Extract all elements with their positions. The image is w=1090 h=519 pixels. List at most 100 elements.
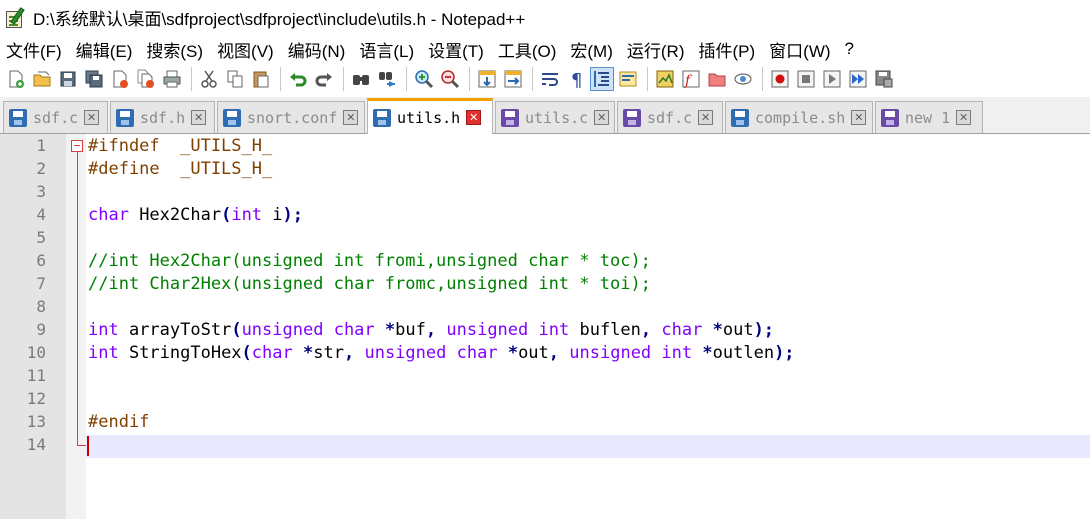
text-caret xyxy=(87,436,89,456)
fold-guide-line xyxy=(77,152,78,446)
sync-horizontal-icon[interactable] xyxy=(501,67,525,91)
line-number: 6 xyxy=(36,251,46,270)
replace-icon[interactable] xyxy=(375,67,399,91)
menu-language[interactable]: 语言(L) xyxy=(359,37,414,62)
operator-token: ( xyxy=(221,205,232,225)
copy-icon[interactable] xyxy=(223,67,247,91)
show-all-chars-icon[interactable]: ¶ xyxy=(564,67,588,91)
menu-run[interactable]: 运行(R) xyxy=(627,37,685,62)
toolbar: ¶ f xyxy=(0,63,1090,95)
close-icon[interactable] xyxy=(108,67,132,91)
zoom-in-icon[interactable] xyxy=(412,67,436,91)
fold-end-marker xyxy=(77,445,86,446)
menu-plugins[interactable]: 插件(P) xyxy=(698,37,755,62)
tab-close-icon[interactable]: ✕ xyxy=(851,110,867,125)
folder-workspace-icon[interactable] xyxy=(705,67,729,91)
code-line[interactable]: int StringToHex(char *str, unsigned char… xyxy=(88,342,795,365)
menu-encoding[interactable]: 编码(N) xyxy=(288,37,346,62)
tab-label: compile.sh xyxy=(755,108,846,127)
close-all-icon[interactable] xyxy=(134,67,158,91)
menu-view[interactable]: 视图(V) xyxy=(217,37,274,62)
menu-tools[interactable]: 工具(O) xyxy=(498,37,557,62)
word-wrap-icon[interactable] xyxy=(538,67,562,91)
menu-window[interactable]: 窗口(W) xyxy=(769,37,830,62)
tab-close-icon[interactable]: ✕ xyxy=(594,110,610,125)
zoom-out-icon[interactable] xyxy=(438,67,462,91)
tab-utils-h[interactable]: utils.h ✕ xyxy=(367,98,493,134)
redo-icon[interactable] xyxy=(312,67,336,91)
code-line[interactable]: //int Char2Hex(unsigned char fromc,unsig… xyxy=(88,273,651,296)
stop-record-icon[interactable] xyxy=(794,67,818,91)
tab-close-icon[interactable]: ✕ xyxy=(956,110,972,125)
tab-new-1[interactable]: new 1 ✕ xyxy=(875,101,983,133)
toolbar-separator xyxy=(191,67,192,91)
preprocessor-token: #endif xyxy=(88,412,150,432)
open-file-icon[interactable] xyxy=(30,67,54,91)
menu-file[interactable]: 文件(F) xyxy=(6,37,62,62)
keyword-token: char xyxy=(456,343,498,363)
operator-token: * xyxy=(303,343,314,363)
identifier-token xyxy=(498,343,508,363)
print-icon[interactable] xyxy=(160,67,184,91)
code-line[interactable]: #define _UTILS_H_ xyxy=(88,158,272,181)
monitor-icon[interactable] xyxy=(731,67,755,91)
tab-bar: sdf.c ✕ sdf.h ✕ snort.conf ✕ utils.h ✕ u… xyxy=(0,97,1090,134)
identifier-token xyxy=(651,320,661,340)
toolbar-separator xyxy=(343,67,344,91)
tab-utils-c[interactable]: utils.c ✕ xyxy=(495,101,615,133)
current-line-highlight xyxy=(86,435,1090,458)
menu-settings[interactable]: 设置(T) xyxy=(428,37,484,62)
tab-close-icon[interactable]: ✕ xyxy=(343,110,359,125)
line-number-gutter[interactable]: 1 2 3 4 5 6 7 8 9 10 11 12 13 14 xyxy=(0,134,66,519)
menu-edit[interactable]: 编辑(E) xyxy=(76,37,133,62)
operator-token: ( xyxy=(231,320,242,340)
line-number: 4 xyxy=(36,205,46,224)
comment-token: //int Hex2Char(unsigned int fromi,unsign… xyxy=(88,251,651,271)
identifier-token: StringToHex xyxy=(118,343,242,363)
run-macro-multiple-icon[interactable] xyxy=(846,67,870,91)
menu-search[interactable]: 搜索(S) xyxy=(146,37,203,62)
tab-sdf-h[interactable]: sdf.h ✕ xyxy=(110,101,215,133)
find-icon[interactable] xyxy=(349,67,373,91)
tab-close-icon[interactable]: ✕ xyxy=(191,110,207,125)
tab-compile-sh[interactable]: compile.sh ✕ xyxy=(725,101,873,133)
menu-help[interactable]: ? xyxy=(845,39,854,59)
record-macro-icon[interactable] xyxy=(768,67,792,91)
code-line[interactable]: int arrayToStr(unsigned char *buf, unsig… xyxy=(88,319,774,342)
play-macro-icon[interactable] xyxy=(820,67,844,91)
identifier-token: str xyxy=(313,343,344,363)
new-file-icon[interactable] xyxy=(4,67,28,91)
tab-sdf-c-2[interactable]: sdf.c ✕ xyxy=(617,101,723,133)
line-number: 7 xyxy=(36,274,46,293)
line-number: 1 xyxy=(36,136,46,155)
code-line[interactable]: #endif xyxy=(88,411,149,434)
undo-icon[interactable] xyxy=(286,67,310,91)
fold-collapse-icon[interactable] xyxy=(71,140,83,152)
tab-snort-conf[interactable]: snort.conf ✕ xyxy=(217,101,365,133)
code-line[interactable]: //int Hex2Char(unsigned int fromi,unsign… xyxy=(88,250,651,273)
function-list-icon[interactable]: f xyxy=(679,67,703,91)
keyword-token: int xyxy=(88,320,119,340)
code-editor[interactable]: 1 2 3 4 5 6 7 8 9 10 11 12 13 14 #ifndef… xyxy=(0,134,1090,519)
paste-icon[interactable] xyxy=(249,67,273,91)
sync-vertical-icon[interactable] xyxy=(475,67,499,91)
comment-token: //int Char2Hex(unsigned char fromc,unsig… xyxy=(88,274,651,294)
fold-margin[interactable] xyxy=(66,134,86,519)
doc-map-icon[interactable] xyxy=(653,67,677,91)
menu-macro[interactable]: 宏(M) xyxy=(570,37,612,62)
save-icon[interactable] xyxy=(56,67,80,91)
code-line[interactable]: char Hex2Char(int i); xyxy=(88,204,303,227)
save-macro-icon[interactable] xyxy=(872,67,896,91)
code-line[interactable]: #ifndef _UTILS_H_ xyxy=(88,135,272,158)
udl-icon[interactable] xyxy=(616,67,640,91)
cut-icon[interactable] xyxy=(197,67,221,91)
tab-close-icon[interactable]: ✕ xyxy=(84,110,100,125)
tab-close-icon[interactable]: ✕ xyxy=(466,110,482,125)
tab-close-icon[interactable]: ✕ xyxy=(698,110,714,125)
toolbar-separator xyxy=(406,67,407,91)
indent-guide-icon[interactable] xyxy=(590,67,614,91)
notepadpp-app-icon[interactable] xyxy=(5,6,27,29)
save-all-icon[interactable] xyxy=(82,67,106,91)
tab-label: sdf.c xyxy=(33,108,79,127)
tab-sdf-c[interactable]: sdf.c ✕ xyxy=(3,101,108,133)
